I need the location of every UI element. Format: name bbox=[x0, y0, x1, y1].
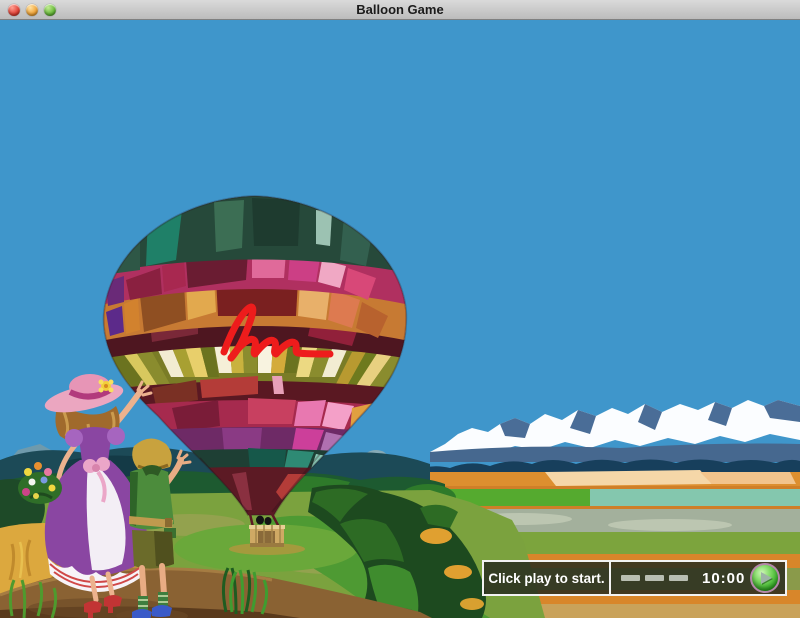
game-stage: Click play to start. 10:00 bbox=[0, 20, 800, 618]
game-control-bar: Click play to start. 10:00 bbox=[482, 560, 787, 596]
zoom-button-icon[interactable] bbox=[44, 4, 56, 16]
progress-dash bbox=[669, 575, 688, 581]
balloon-scene-illustration bbox=[0, 20, 800, 618]
play-icon bbox=[761, 572, 772, 584]
window-titlebar: Balloon Game bbox=[0, 0, 800, 20]
play-button[interactable] bbox=[750, 563, 780, 593]
boy-shoe bbox=[152, 605, 172, 617]
window-controls bbox=[8, 4, 56, 16]
progress-dash bbox=[621, 575, 640, 581]
status-message: Click play to start. bbox=[488, 570, 605, 586]
progress-dash bbox=[645, 575, 664, 581]
timer-display: 10:00 bbox=[702, 569, 746, 587]
status-section: Click play to start. bbox=[484, 562, 609, 594]
timer-section: 10:00 bbox=[611, 562, 785, 594]
minimize-button-icon[interactable] bbox=[26, 4, 38, 16]
close-button-icon[interactable] bbox=[8, 4, 20, 16]
window-title: Balloon Game bbox=[356, 2, 444, 17]
